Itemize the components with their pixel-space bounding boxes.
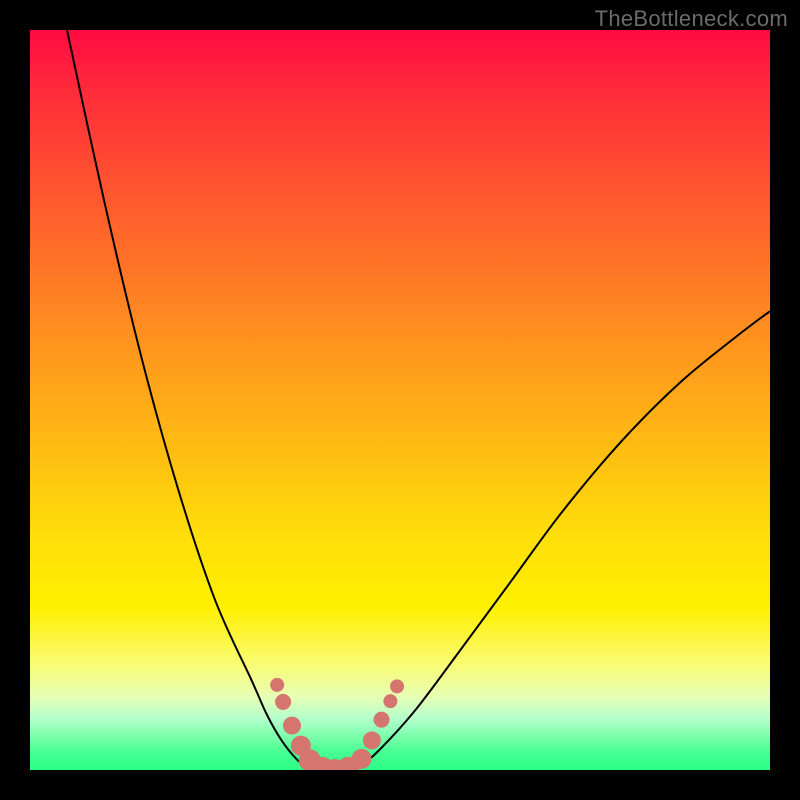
chart-frame: TheBottleneck.com bbox=[0, 0, 800, 800]
data-marker bbox=[383, 694, 397, 708]
chart-svg bbox=[30, 30, 770, 770]
marker-group bbox=[270, 678, 404, 770]
data-marker bbox=[390, 679, 404, 693]
right-curve bbox=[356, 311, 770, 770]
data-marker bbox=[283, 717, 301, 735]
data-marker bbox=[352, 749, 372, 769]
watermark-text: TheBottleneck.com bbox=[595, 6, 788, 32]
data-marker bbox=[363, 731, 381, 749]
data-marker bbox=[275, 694, 291, 710]
data-marker bbox=[270, 678, 284, 692]
data-marker bbox=[374, 712, 390, 728]
plot-area bbox=[30, 30, 770, 770]
left-curve bbox=[67, 30, 310, 770]
